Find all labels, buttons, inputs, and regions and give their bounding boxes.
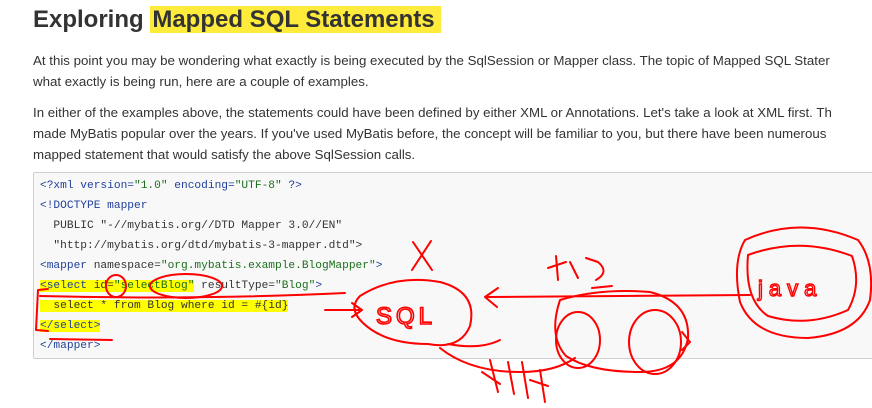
code-line-select-close: </select>	[40, 320, 101, 332]
code-line-mapper-close: </mapper>	[40, 340, 101, 352]
paragraph-line: what exactly is being run, here are a co…	[33, 74, 369, 89]
scribble-marks	[481, 359, 549, 403]
page-title: Exploring Mapped SQL Statements	[33, 6, 441, 34]
code-line-xml-decl: <?xml version="1.0" encoding="UTF-8" ?>	[40, 180, 302, 192]
code-line-doctype: <!DOCTYPE mapper	[40, 200, 148, 212]
code-line-sql: select * from Blog where id = #{id}	[40, 300, 289, 312]
intro-paragraph: At this point you may be wondering what …	[33, 50, 830, 92]
code-line-public: PUBLIC "-//mybatis.org//DTD Mapper 3.0//…	[40, 220, 343, 232]
paragraph-line: At this point you may be wondering what …	[33, 53, 830, 68]
xml-paragraph: In either of the examples above, the sta…	[33, 102, 832, 165]
code-block: <?xml version="1.0" encoding="UTF-8" ?> …	[33, 172, 872, 359]
title-prefix: Exploring	[33, 6, 151, 33]
code-line-mapper-open: <mapper namespace="org.mybatis.example.B…	[40, 260, 383, 272]
paragraph-line: mapped statement that would satisfy the …	[33, 147, 416, 162]
code-line-select-open: <select id="selectBlog" resultType="Blog…	[40, 280, 323, 292]
title-highlighted: Mapped SQL Statements	[150, 6, 441, 33]
paragraph-line: In either of the examples above, the sta…	[33, 105, 832, 120]
paragraph-line: made MyBatis popular over the years. If …	[33, 126, 827, 141]
code-line-dtd: "http://mybatis.org/dtd/mybatis-3-mapper…	[40, 240, 363, 252]
